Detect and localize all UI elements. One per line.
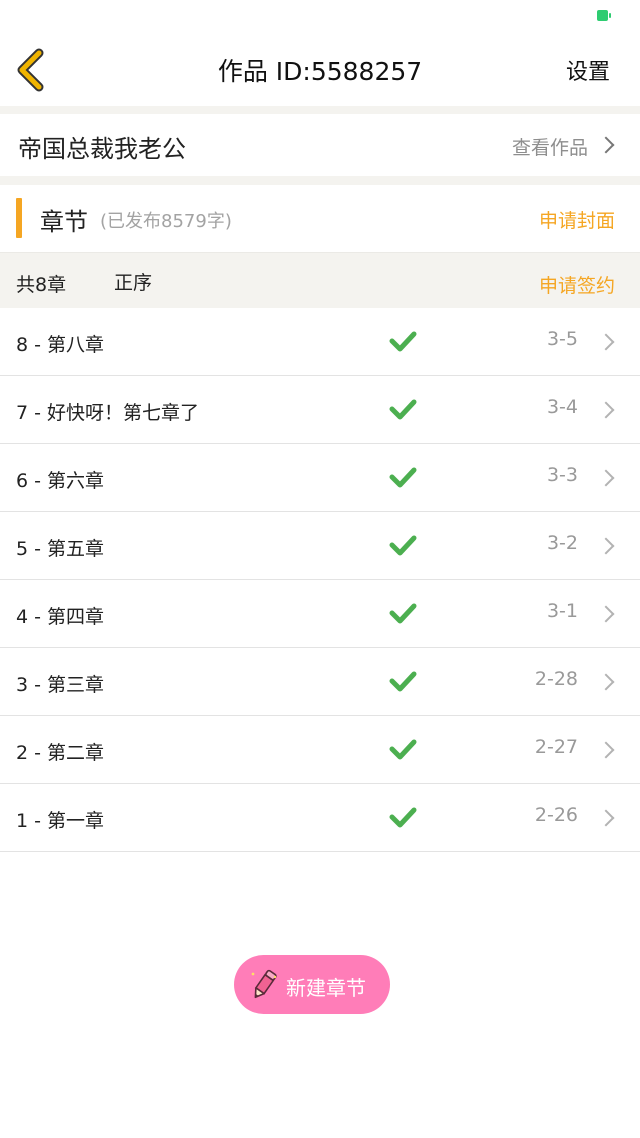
pencil-icon <box>251 969 277 999</box>
checkmark-icon <box>389 535 417 556</box>
section-title: 章节 <box>40 208 88 236</box>
view-work-link[interactable]: 查看作品 <box>512 133 588 160</box>
chapter-title: 6 - 第六章 <box>16 470 105 492</box>
chapter-date: 3-1 <box>546 600 578 622</box>
checkmark-icon <box>389 331 417 352</box>
chapter-title: 1 - 第一章 <box>16 810 105 832</box>
chevron-right-icon <box>597 469 615 487</box>
checkmark-icon <box>389 671 417 692</box>
chapter-row[interactable]: 7 - 好快呀！第七章了 3-4 <box>0 376 640 444</box>
battery-icon <box>597 10 611 21</box>
chapter-row[interactable]: 3 - 第三章 2-28 <box>0 648 640 716</box>
chapter-date: 3-4 <box>546 396 578 418</box>
chapter-title: 8 - 第八章 <box>16 334 105 356</box>
chapter-row[interactable]: 6 - 第六章 3-3 <box>0 444 640 512</box>
chevron-right-icon <box>597 809 615 827</box>
published-word-count: (已发布8579字) <box>100 211 232 232</box>
chapter-date: 3-2 <box>546 532 578 554</box>
chapters-header: 章节 (已发布8579字) 申请封面 <box>0 185 640 252</box>
chapter-toolbar: 共8章 正序 申请签约 <box>0 252 640 308</box>
divider <box>0 106 640 114</box>
chapter-date: 2-26 <box>534 804 578 826</box>
chevron-right-icon <box>597 136 615 154</box>
checkmark-icon <box>389 467 417 488</box>
sort-order-toggle[interactable]: 正序 <box>114 268 152 295</box>
section-accent-bar <box>16 198 22 238</box>
apply-contract-button[interactable]: 申请签约 <box>539 271 615 298</box>
status-bar <box>0 0 640 30</box>
chevron-right-icon <box>597 741 615 759</box>
chapter-title: 4 - 第四章 <box>16 606 105 628</box>
apply-cover-button[interactable]: 申请封面 <box>539 206 615 233</box>
chapter-list: 8 - 第八章 3-5 7 - 好快呀！第七章了 3-4 6 - 第六章 3-3… <box>0 308 640 852</box>
chapter-title: 7 - 好快呀！第七章了 <box>16 402 200 424</box>
checkmark-icon <box>389 807 417 828</box>
new-chapter-button[interactable]: 新建章节 <box>234 955 390 1014</box>
checkmark-icon <box>389 399 417 420</box>
chevron-right-icon <box>597 401 615 419</box>
chevron-right-icon <box>597 537 615 555</box>
chapter-row[interactable]: 8 - 第八章 3-5 <box>0 308 640 376</box>
work-title: 帝国总裁我老公 <box>18 135 186 163</box>
chapter-title: 2 - 第二章 <box>16 742 105 764</box>
chapter-date: 3-3 <box>546 464 578 486</box>
chapter-date: 2-28 <box>534 668 578 690</box>
checkmark-icon <box>389 739 417 760</box>
chapter-row[interactable]: 2 - 第二章 2-27 <box>0 716 640 784</box>
chapter-count: 共8章 <box>16 274 67 296</box>
new-chapter-label: 新建章节 <box>286 976 366 1000</box>
chapter-row[interactable]: 5 - 第五章 3-2 <box>0 512 640 580</box>
checkmark-icon <box>389 603 417 624</box>
chapter-date: 2-27 <box>534 736 578 758</box>
page-title: 作品 ID:5588257 <box>217 57 423 86</box>
chapter-title: 3 - 第三章 <box>16 674 105 696</box>
chapter-row[interactable]: 4 - 第四章 3-1 <box>0 580 640 648</box>
chevron-right-icon <box>597 333 615 351</box>
chapter-title: 5 - 第五章 <box>16 538 105 560</box>
settings-button[interactable]: 设置 <box>566 54 610 86</box>
chapter-date: 3-5 <box>546 328 578 350</box>
chapter-row[interactable]: 1 - 第一章 2-26 <box>0 784 640 852</box>
work-row[interactable]: 帝国总裁我老公 查看作品 <box>0 114 640 176</box>
chevron-right-icon <box>597 673 615 691</box>
divider <box>0 176 640 185</box>
chevron-right-icon <box>597 605 615 623</box>
nav-bar: 作品 ID:5588257 设置 <box>0 30 640 106</box>
